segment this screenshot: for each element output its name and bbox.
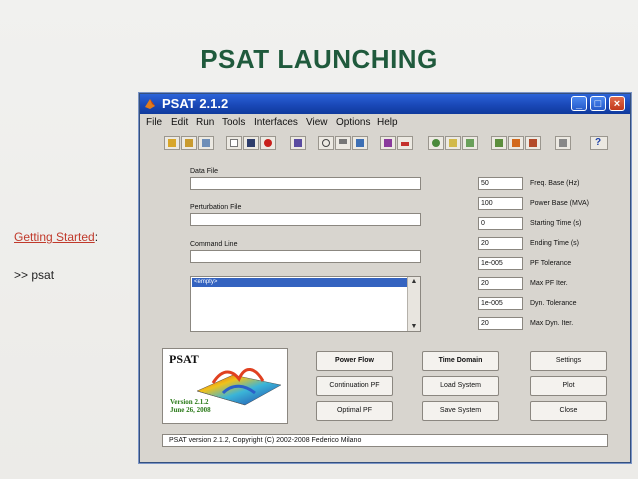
dyn-tolerance-field[interactable]: 1e-005 [478,297,523,310]
command-line-label: Command Line [190,241,238,248]
matlab-icon[interactable] [491,136,507,150]
toolbar: ? [140,134,630,156]
menu-edit[interactable]: Edit [171,117,188,128]
network-icon[interactable] [335,136,351,150]
optimal-pf-button[interactable]: Optimal PF [316,401,393,421]
max-pf-iter-field[interactable]: 20 [478,277,523,290]
menu-interfaces[interactable]: Interfaces [254,117,298,128]
menu-run[interactable]: Run [196,117,214,128]
help-icon[interactable]: ? [590,136,608,150]
minimize-button[interactable]: _ [571,96,587,111]
data-file-field[interactable] [190,177,421,190]
psat-logo: PSAT Version 2.1.2 June 26, 2008 [162,348,288,424]
title-bar[interactable]: PSAT 2.1.2 _ □ × [140,94,630,114]
power-base-field[interactable]: 100 [478,197,523,210]
window-title: PSAT 2.1.2 [162,96,229,111]
report-icon[interactable] [352,136,368,150]
continuation-pf-button[interactable]: Continuation PF [316,376,393,396]
matlab-logo-icon [145,99,155,109]
list-item[interactable]: <empty> [192,278,408,287]
max-dyn-iter-label: Max Dyn. Iter. [530,320,574,327]
scroll-up-icon[interactable]: ▲ [409,277,419,286]
settings-button[interactable]: Settings [530,351,607,371]
pf-tolerance-field[interactable]: 1e-005 [478,257,523,270]
open-icon[interactable] [164,136,180,150]
menu-tools[interactable]: Tools [222,117,245,128]
list-scrollbar[interactable]: ▲ ▼ [407,277,420,331]
close-window-button[interactable]: × [609,96,625,111]
psat-window: PSAT 2.1.2 _ □ × File Edit Run Tools Int… [139,93,631,463]
end-time-field[interactable]: 20 [478,237,523,250]
end-time-label: Ending Time (s) [530,240,580,247]
slide-title: PSAT LAUNCHING [200,44,438,74]
date-text: June 26, 2008 [170,406,211,414]
edit-icon[interactable] [445,136,461,150]
menu-help[interactable]: Help [377,117,398,128]
getting-started-link[interactable]: Getting Started [14,230,95,244]
freq-base-field[interactable]: 50 [478,177,523,190]
menu-view[interactable]: View [306,117,328,128]
getting-started-note: Getting Started: [14,230,98,244]
menu-file[interactable]: File [146,117,162,128]
stop-icon[interactable] [260,136,276,150]
save-icon[interactable] [243,136,259,150]
max-pf-iter-label: Max PF Iter. [530,280,568,287]
plot-icon[interactable] [397,136,413,150]
folder-icon[interactable] [181,136,197,150]
message-listbox[interactable]: <empty> ▲ ▼ [190,276,421,332]
dyn-tolerance-label: Dyn. Tolerance [530,300,577,307]
close-button[interactable]: Close [530,401,607,421]
check-icon[interactable] [318,136,334,150]
perturbation-file-label: Perturbation File [190,204,242,211]
max-dyn-iter-field[interactable]: 20 [478,317,523,330]
freq-base-label: Freq. Base (Hz) [530,180,580,187]
new-icon[interactable] [226,136,242,150]
plot-button[interactable]: Plot [530,376,607,396]
version-text: Version 2.1.2 [170,398,209,406]
power-flow-button[interactable]: Power Flow [316,351,393,371]
maximize-button[interactable]: □ [590,96,606,111]
scroll-down-icon[interactable]: ▼ [409,322,419,331]
load-system-button[interactable]: Load System [422,376,499,396]
logo-version: Version 2.1.2 June 26, 2008 [170,398,211,414]
save-system-button[interactable]: Save System [422,401,499,421]
start-time-label: Starting Time (s) [530,220,582,227]
menu-options[interactable]: Options [336,117,370,128]
start-time-field[interactable]: 0 [478,217,523,230]
command-line-field[interactable] [190,250,421,263]
menu-bar: File Edit Run Tools Interfaces View Opti… [140,114,630,130]
colon: : [94,230,99,244]
perturbation-file-field[interactable] [190,213,421,226]
time-domain-button[interactable]: Time Domain [422,351,499,371]
grid-icon[interactable] [555,136,571,150]
data-file-label: Data File [190,168,219,175]
library-icon[interactable] [198,136,214,150]
table-icon[interactable] [290,136,306,150]
books-icon[interactable] [525,136,541,150]
status-bar: PSAT version 2.1.2, Copyright (C) 2002-2… [162,434,608,447]
command-text: >> psat [14,268,55,282]
image-icon[interactable] [462,136,478,150]
refresh-icon[interactable] [428,136,444,150]
graph-icon[interactable] [380,136,396,150]
flag-icon[interactable] [508,136,524,150]
power-base-label: Power Base (MVA) [530,200,589,207]
pf-tolerance-label: PF Tolerance [530,260,572,267]
